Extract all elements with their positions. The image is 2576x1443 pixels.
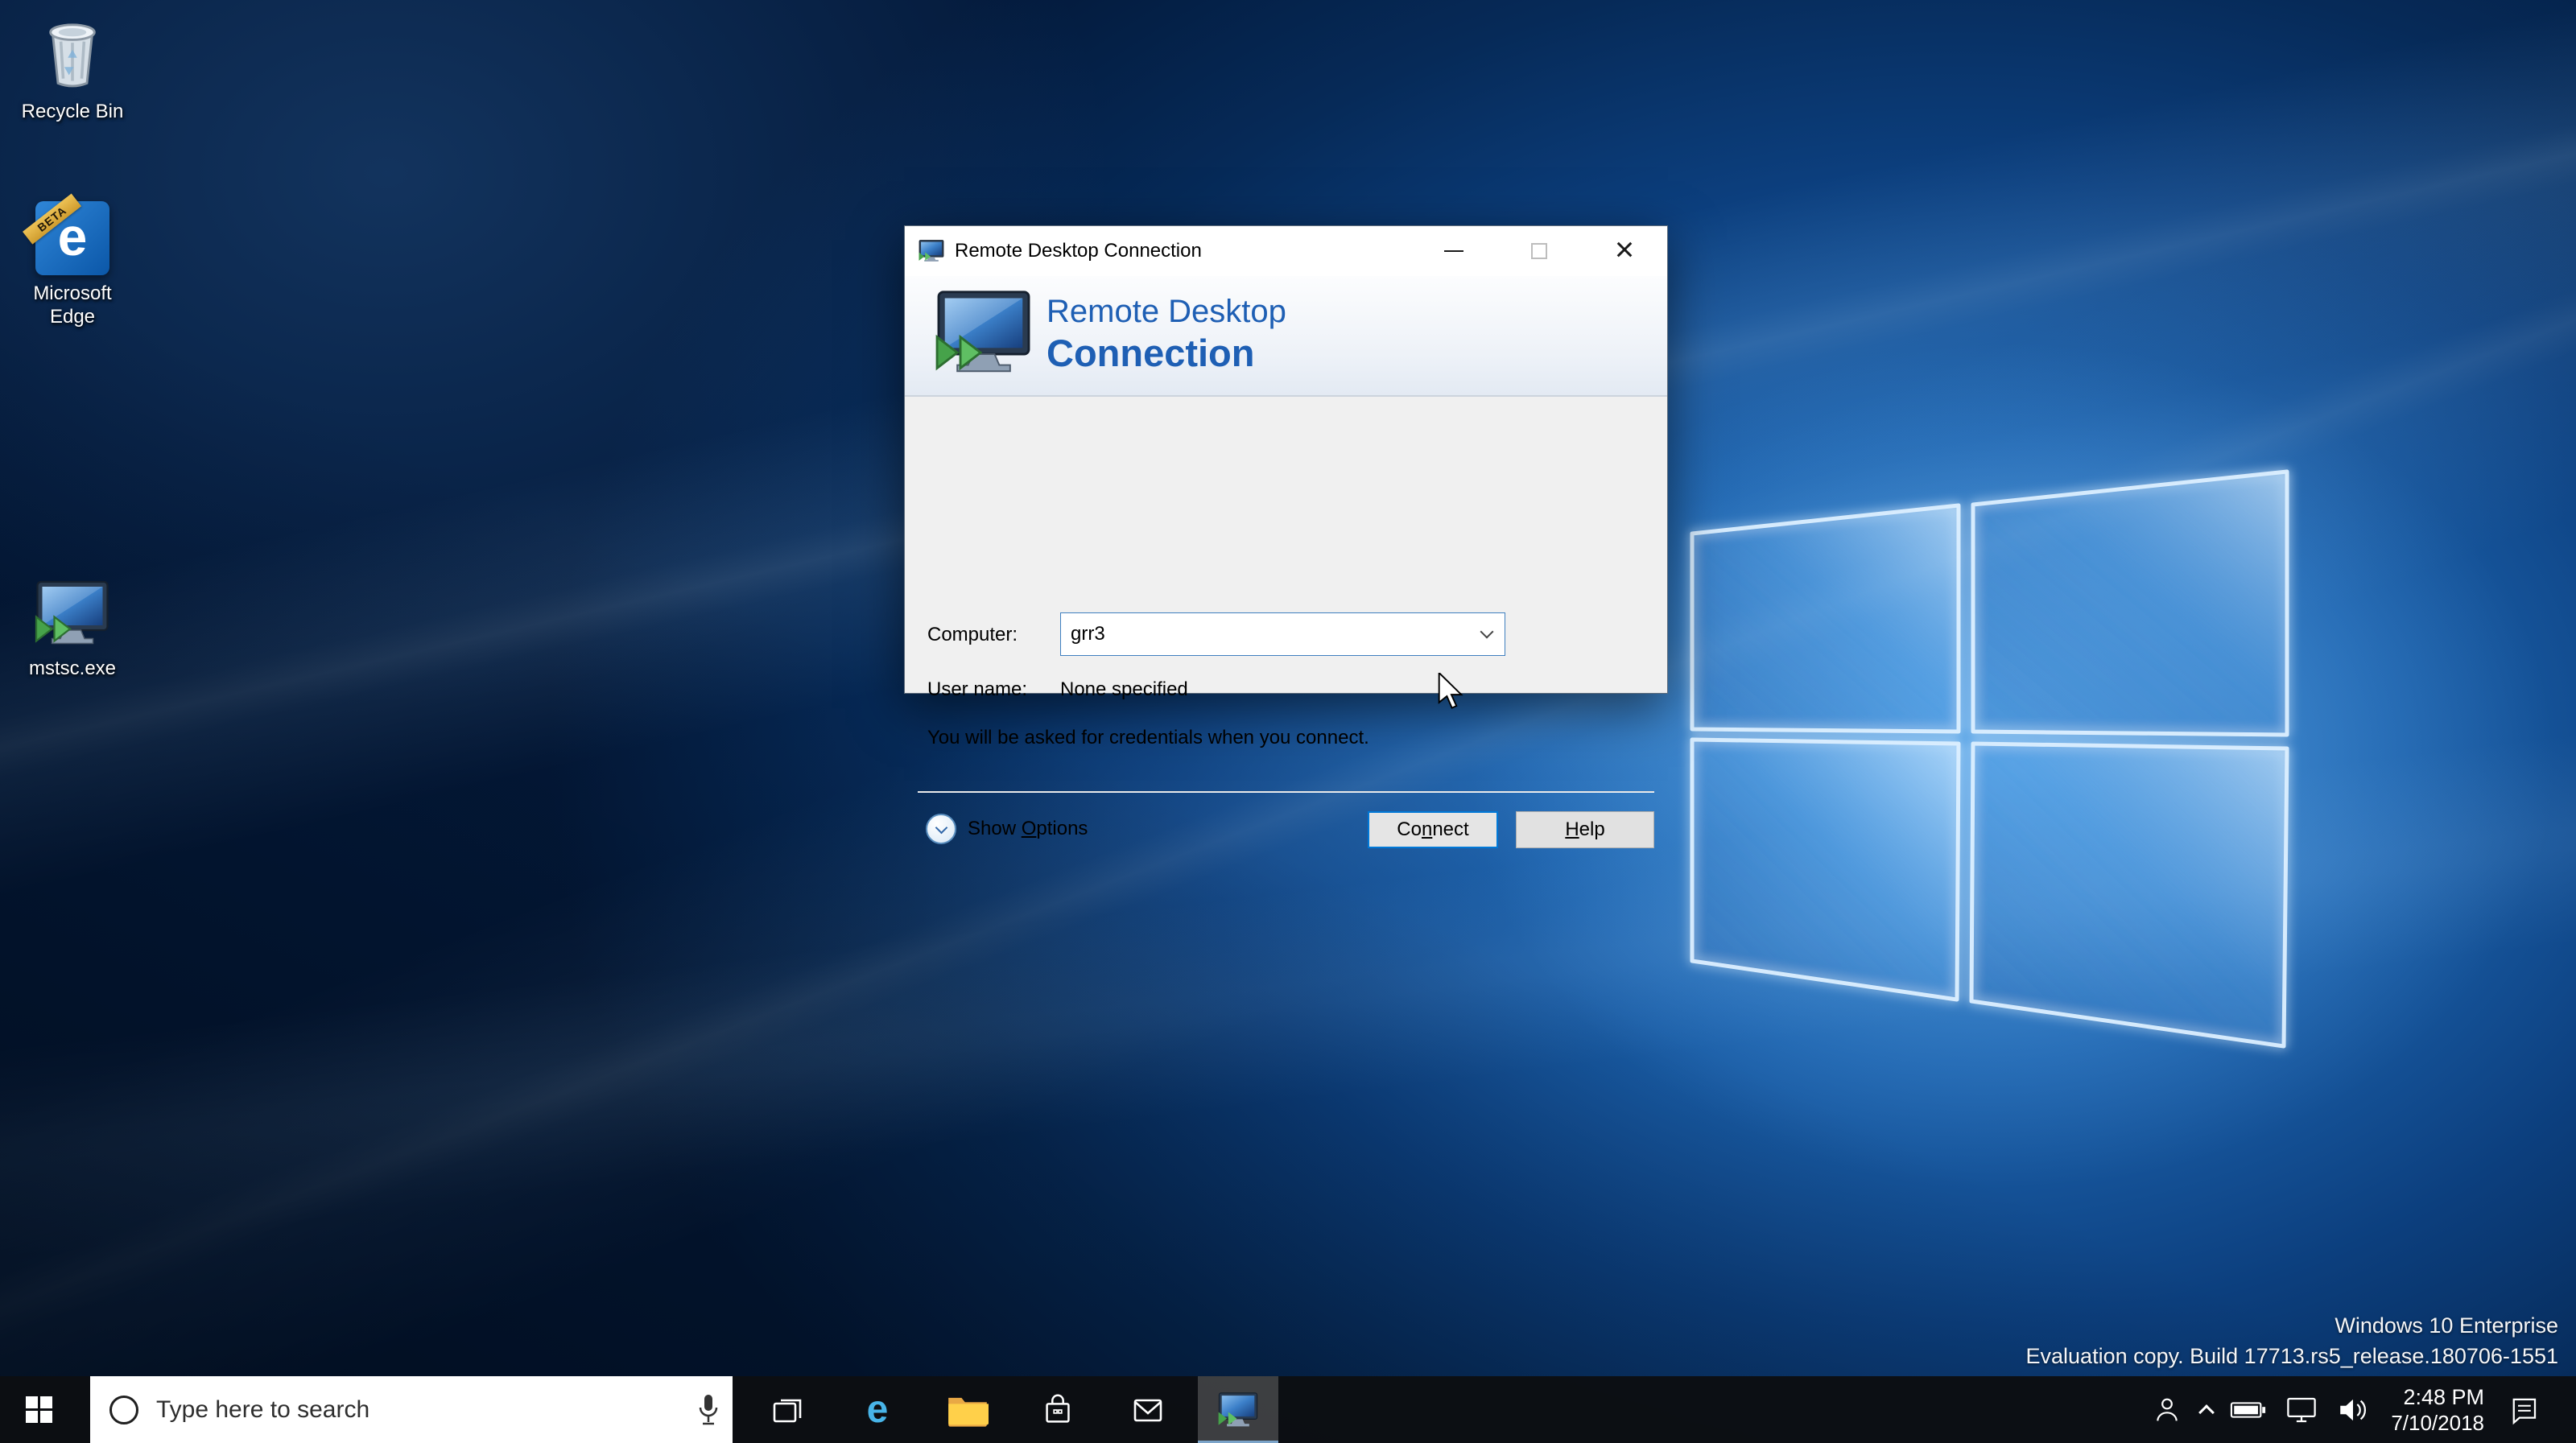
taskbar-edge-button[interactable]: e — [837, 1376, 918, 1443]
maximize-icon — [1531, 243, 1547, 259]
close-button[interactable]: × — [1582, 226, 1667, 276]
search-input[interactable] — [156, 1396, 684, 1424]
microphone-icon — [699, 1394, 718, 1424]
people-icon — [2157, 1398, 2178, 1420]
watermark-line1: Windows 10 Enterprise — [2334, 1313, 2558, 1338]
dialog-header-banner: Remote Desktop Connection — [905, 276, 1667, 397]
help-button[interactable]: Help — [1516, 811, 1654, 848]
store-icon — [1046, 1394, 1070, 1423]
computer-value: grr3 — [1071, 623, 1105, 645]
taskbar-store-button[interactable] — [1018, 1376, 1098, 1443]
combo-dropdown-button[interactable] — [1469, 613, 1505, 655]
show-options-label: Show Options — [968, 818, 1088, 840]
mail-icon — [1133, 1399, 1162, 1421]
chevron-up-icon — [2198, 1404, 2215, 1420]
connect-button[interactable]: Connect — [1368, 811, 1498, 848]
chevron-down-icon — [935, 821, 947, 834]
show-options-button[interactable]: Show Options — [926, 814, 1088, 844]
system-tray: 2:48 PM 7/10/2018 — [2151, 1376, 2576, 1443]
desktop-icon-mstsc[interactable]: mstsc.exe — [0, 576, 145, 680]
desktop-icon-microsoft-edge[interactable]: e BETA Microsoft Edge — [0, 193, 145, 328]
task-view-button[interactable] — [747, 1376, 828, 1443]
rdc-dialog: Remote Desktop Connection × Remote Deskt… — [904, 225, 1668, 848]
close-icon: × — [1614, 230, 1635, 268]
windows-start-icon — [25, 1396, 52, 1423]
credentials-note: You will be asked for credentials when y… — [927, 727, 1369, 748]
network-button[interactable] — [2285, 1376, 2318, 1443]
help-post: elp — [1579, 818, 1605, 840]
connect-key: n — [1421, 818, 1433, 840]
help-key: H — [1565, 818, 1579, 840]
minimize-icon — [1444, 250, 1463, 252]
rdp-title-icon — [919, 240, 944, 262]
so-key: O — [1021, 818, 1037, 839]
remote-desktop-icon — [1218, 1391, 1258, 1426]
edge-icon: e BETA — [23, 193, 109, 275]
taskbar-app-icons: e — [747, 1376, 1288, 1443]
taskbar-mail-button[interactable] — [1108, 1376, 1188, 1443]
file-explorer-icon — [948, 1397, 989, 1427]
watermark-line2: Evaluation copy. Build 17713.rs5_release… — [2025, 1344, 2558, 1368]
action-center-icon — [2512, 1398, 2537, 1424]
taskbar-clock[interactable]: 2:48 PM 7/10/2018 — [2391, 1384, 2484, 1436]
dialog-separator — [918, 791, 1654, 793]
edge-icon: e — [866, 1387, 889, 1431]
chevron-down-icon — [1480, 625, 1494, 639]
desktop-icon-label: Recycle Bin — [21, 101, 124, 122]
clock-time: 2:48 PM — [2403, 1384, 2484, 1409]
remote-desktop-icon — [35, 580, 109, 645]
maximize-button — [1496, 226, 1582, 276]
desktop-icon-recycle-bin[interactable]: Recycle Bin — [0, 13, 145, 123]
taskbar: e — [0, 1376, 2576, 1443]
so-post: ptions — [1036, 818, 1088, 839]
banner-title-line2: Connection — [1046, 332, 1255, 374]
microphone-button[interactable] — [684, 1392, 733, 1428]
clock-date: 7/10/2018 — [2391, 1410, 2484, 1435]
connect-post: nect — [1432, 818, 1469, 840]
username-value: None specified — [1060, 678, 1188, 700]
people-button[interactable] — [2151, 1376, 2183, 1443]
computer-combobox[interactable]: grr3 — [1060, 612, 1505, 656]
so-pre: Show — [968, 818, 1022, 839]
hidden-icons-button[interactable] — [2198, 1376, 2215, 1443]
taskbar-search-box[interactable] — [90, 1376, 733, 1443]
battery-icon — [2231, 1401, 2266, 1418]
desktop-icon-label: mstsc.exe — [28, 658, 117, 679]
network-display-icon — [2287, 1397, 2317, 1422]
start-button[interactable] — [0, 1376, 77, 1443]
taskbar-file-explorer-button[interactable] — [927, 1376, 1008, 1443]
computer-label: Computer: — [927, 624, 1018, 645]
show-options-circle — [926, 814, 956, 844]
taskbar-remote-desktop-button[interactable] — [1198, 1376, 1278, 1443]
rdp-banner-icon — [935, 291, 1030, 373]
desktop: Recycle Bin e BETA Microsoft Edge mstsc.… — [0, 0, 2576, 1443]
evaluation-watermark: Windows 10 Enterprise Evaluation copy. B… — [2026, 1310, 2558, 1371]
volume-button[interactable] — [2336, 1376, 2370, 1443]
cortana-icon — [109, 1395, 138, 1424]
minimize-button[interactable] — [1411, 226, 1496, 276]
battery-button[interactable] — [2230, 1376, 2267, 1443]
connect-pre: Co — [1397, 818, 1422, 840]
windows-logo — [1690, 469, 2289, 1049]
caption-buttons: × — [1411, 226, 1667, 276]
dialog-titlebar[interactable]: Remote Desktop Connection × — [905, 226, 1667, 276]
dialog-title: Remote Desktop Connection — [955, 240, 1202, 262]
action-center-button[interactable] — [2507, 1376, 2541, 1443]
desktop-icon-label: Microsoft Edge — [33, 282, 112, 328]
username-label: User name: — [927, 678, 1028, 700]
banner-title-line1: Remote Desktop — [1046, 294, 1286, 329]
recycle-bin-icon — [49, 23, 96, 88]
task-view-icon — [773, 1399, 802, 1422]
volume-icon — [2340, 1399, 2367, 1420]
